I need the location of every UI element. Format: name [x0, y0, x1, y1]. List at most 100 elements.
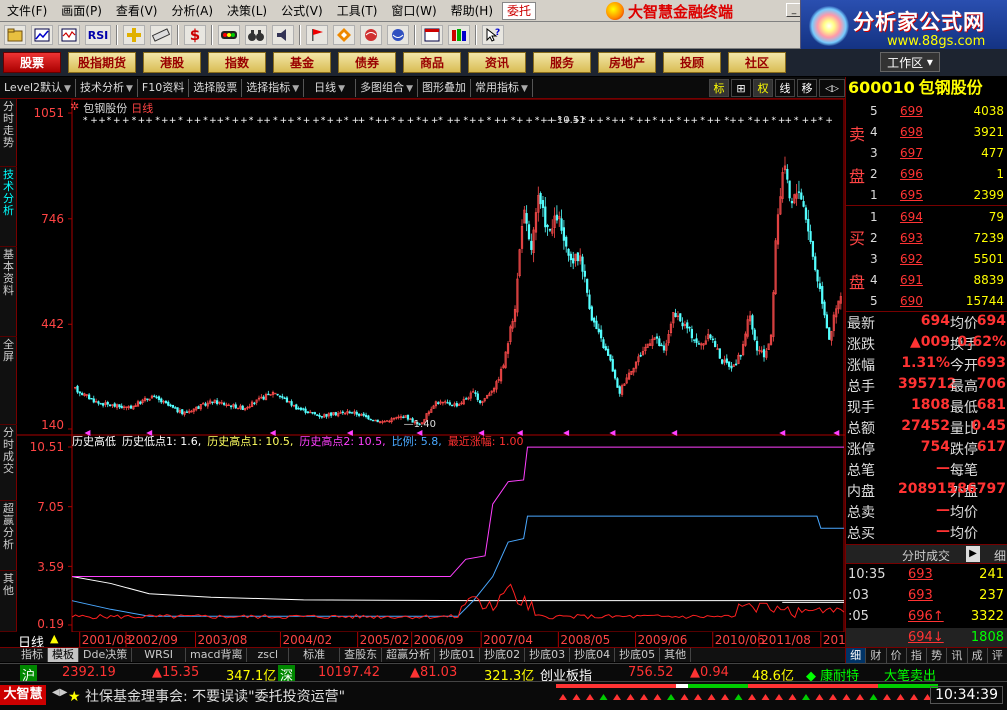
menu-help[interactable]: 帮助(H)	[444, 0, 500, 22]
cross-icon[interactable]	[123, 25, 145, 45]
ball2-icon[interactable]	[387, 25, 409, 45]
tab-template[interactable]: 模板	[48, 648, 79, 662]
tab-super-win[interactable]: 超赢分析	[382, 648, 436, 662]
nav-tab-services[interactable]: 服务	[533, 52, 591, 73]
signal-icon[interactable]	[218, 25, 240, 45]
period-dropdown[interactable]: 日线 ▼	[304, 78, 357, 97]
left-tab-super-win[interactable]: 超赢分析	[0, 501, 17, 571]
select-stock-button[interactable]: 选择股票	[189, 78, 243, 97]
nav-tab-news[interactable]: 资讯	[468, 52, 526, 73]
left-tab-fullscreen[interactable]: 全屏	[0, 337, 17, 425]
nav-tab-index[interactable]: 指数	[208, 52, 266, 73]
menu-analysis[interactable]: 分析(A)	[164, 0, 220, 22]
flag-icon[interactable]	[306, 25, 328, 45]
nav-tab-advisory[interactable]: 投顾	[663, 52, 721, 73]
order-price[interactable]: 690	[900, 294, 923, 308]
line-button[interactable]: 线	[775, 78, 795, 97]
binoculars-icon[interactable]	[245, 25, 267, 45]
tab-bottom-01[interactable]: 抄底01	[435, 648, 481, 662]
f10-button[interactable]: F10资料	[138, 78, 190, 97]
chart-icon[interactable]	[31, 25, 53, 45]
tab-deals[interactable]: 成	[968, 648, 988, 664]
settings-icon[interactable]: ✲	[70, 100, 79, 116]
tab-news[interactable]: 讯	[947, 648, 968, 664]
left-tab-minute[interactable]: 分时走势	[0, 99, 17, 167]
nav-tab-stocks[interactable]: 股票	[3, 52, 61, 73]
open-icon[interactable]	[4, 25, 26, 45]
nav-tab-commodities[interactable]: 商品	[403, 52, 461, 73]
overlay-button[interactable]: 图形叠加	[418, 78, 471, 97]
tab-detail[interactable]: 细	[846, 648, 867, 664]
chart-canvas[interactable]: * + + * + + * + + * + + * + + * + + * + + * + + * + + * + + * + + * ++ * + + *…	[17, 99, 845, 632]
tab-bottom-05[interactable]: 抄底05	[615, 648, 661, 662]
ball-icon[interactable]	[360, 25, 382, 45]
rights-button[interactable]: 权	[753, 78, 773, 97]
brand-badge[interactable]: 大智慧	[0, 685, 46, 705]
tab-wrsi[interactable]: WRSI	[132, 648, 186, 662]
minute-icon[interactable]	[58, 25, 80, 45]
expand-arrow-icon[interactable]: ▶	[966, 546, 980, 562]
menu-file[interactable]: 文件(F)	[0, 0, 54, 22]
kline-chart-area[interactable]: * + + * + + * + + * + + * + + * + + * + + * + + * + + * + + * + + * + + * + + *…	[17, 99, 845, 632]
workspace-button[interactable]: 工作区 ▾	[880, 52, 940, 72]
scroll-arrows-icon[interactable]: ◀▶	[52, 687, 67, 698]
left-tab-fundamentals[interactable]: 基本资料	[0, 247, 17, 337]
tab-indicator[interactable]: 指标	[17, 648, 48, 662]
menu-window[interactable]: 窗口(W)	[384, 0, 443, 22]
window-icon[interactable]	[421, 25, 443, 45]
detail-label[interactable]: 细	[994, 547, 1006, 564]
tab-dde[interactable]: Dde决策	[79, 648, 133, 662]
entrust-button[interactable]: 委托	[502, 1, 537, 20]
nav-tab-bonds[interactable]: 债券	[338, 52, 396, 73]
order-price[interactable]: 695	[900, 188, 923, 202]
diamond-icon[interactable]	[333, 25, 355, 45]
grid-button[interactable]: ⊞	[731, 78, 751, 97]
multi-chart-dropdown[interactable]: 多图组合 ▼	[356, 78, 418, 97]
nav-tab-funds[interactable]: 基金	[273, 52, 331, 73]
mark-button[interactable]: 标	[709, 78, 729, 97]
order-price[interactable]: 696	[900, 167, 923, 181]
tab-trend[interactable]: 势	[927, 648, 948, 664]
tech-analysis-dropdown[interactable]: 技术分析 ▼	[76, 78, 138, 97]
tab-zscl[interactable]: zscl	[247, 648, 290, 662]
dollar-icon[interactable]: $	[184, 25, 206, 45]
select-indicator-button[interactable]: 选择指标 ▼	[242, 78, 305, 97]
tab-price[interactable]: 价	[887, 648, 907, 664]
gem-value[interactable]: 756.52	[628, 665, 674, 680]
scroll-arrows-icon[interactable]: ◁▷	[819, 78, 845, 97]
nav-tab-index-futures[interactable]: 股指期货	[68, 52, 136, 73]
left-tab-technical[interactable]: 技术分析	[0, 167, 17, 247]
level2-default-dropdown[interactable]: Level2默认 ▼	[0, 78, 76, 97]
order-price[interactable]: 691	[900, 273, 923, 287]
sz-value[interactable]: 10197.42	[318, 665, 380, 680]
common-indicators-dropdown[interactable]: 常用指标 ▼	[471, 78, 533, 97]
news-ticker[interactable]: ★ 社保基金理事会: 不要误读"委托投资运营"	[68, 686, 345, 706]
speaker-icon[interactable]	[272, 25, 294, 45]
sh-value[interactable]: 2392.19	[62, 665, 116, 680]
tab-bottom-03[interactable]: 抄底03	[525, 648, 571, 662]
ruler-icon[interactable]	[150, 25, 172, 45]
tab-index[interactable]: 指	[907, 648, 927, 664]
tab-shareholders[interactable]: 查股东	[340, 648, 383, 662]
tab-finance[interactable]: 财	[866, 648, 887, 664]
order-price[interactable]: 692	[900, 252, 923, 266]
order-price[interactable]: 697	[900, 146, 923, 160]
tab-standard[interactable]: 标准	[289, 648, 341, 662]
move-button[interactable]: 移	[797, 78, 817, 97]
left-tab-other[interactable]: 其他	[0, 571, 17, 632]
menu-view[interactable]: 查看(V)	[109, 0, 165, 22]
menu-decision[interactable]: 决策(L)	[220, 0, 274, 22]
tab-other[interactable]: 其他	[660, 648, 692, 662]
tab-bottom-04[interactable]: 抄底04	[570, 648, 616, 662]
order-price[interactable]: 698	[900, 125, 923, 139]
order-price[interactable]: 693	[900, 231, 923, 245]
menu-screen[interactable]: 画面(P)	[54, 0, 109, 22]
books-icon[interactable]	[448, 25, 470, 45]
tab-macd[interactable]: macd背离	[186, 648, 248, 662]
nav-tab-hk-stocks[interactable]: 港股	[143, 52, 201, 73]
nav-tab-real-estate[interactable]: 房地产	[598, 52, 656, 73]
help-icon[interactable]: ?	[482, 25, 504, 45]
tab-review[interactable]: 评	[988, 648, 1007, 664]
rsi-icon[interactable]: RSI	[85, 25, 111, 45]
order-price[interactable]: 694	[900, 210, 923, 224]
